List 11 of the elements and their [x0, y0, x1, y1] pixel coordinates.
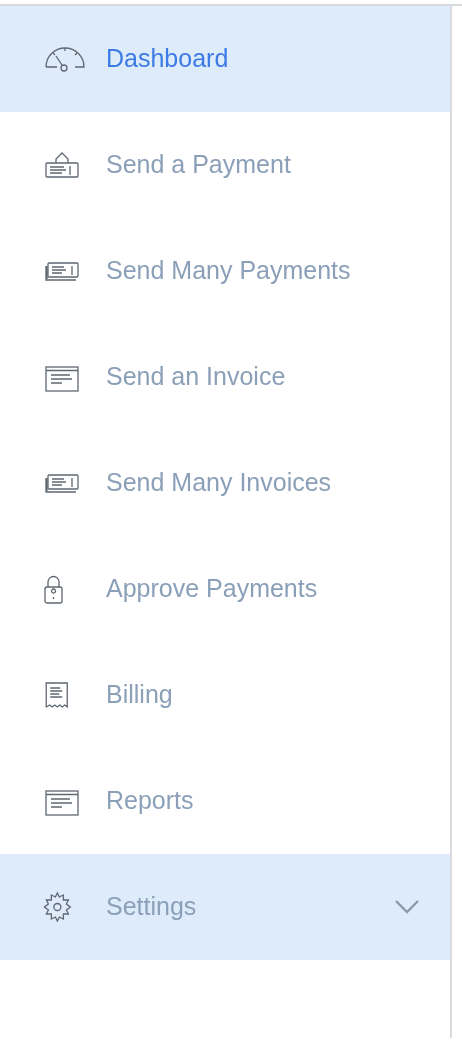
sidebar-item[interactable]: Send a Payment: [0, 112, 450, 218]
sidebar-item[interactable]: Reports: [0, 748, 450, 854]
sidebar-item[interactable]: Billing: [0, 642, 450, 748]
sidebar-item[interactable]: Dashboard: [0, 6, 450, 112]
sidebar-item[interactable]: Settings: [0, 854, 450, 960]
padlock-icon: [42, 573, 65, 605]
sidebar-item[interactable]: Send Many Payments: [0, 218, 450, 324]
sidebar-item[interactable]: Approve Payments: [0, 536, 450, 642]
sidebar-item[interactable]: Send an Invoice: [0, 324, 450, 430]
sidebar-item[interactable]: Send Many Invoices: [0, 430, 450, 536]
gear-icon: [42, 891, 74, 923]
